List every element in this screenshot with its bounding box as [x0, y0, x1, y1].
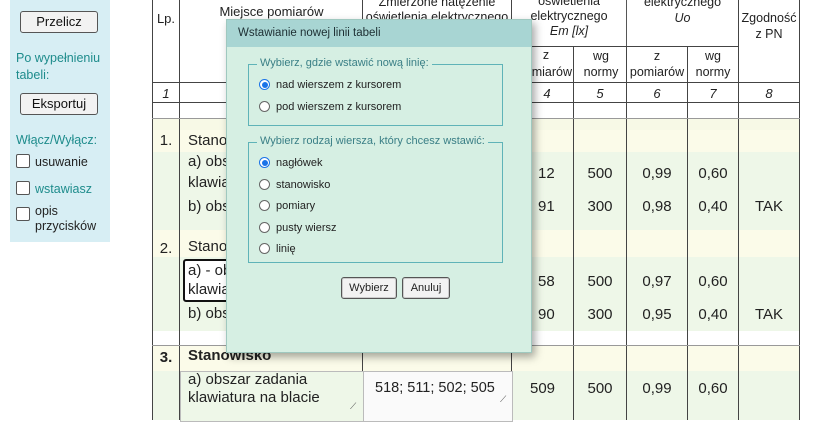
- colnum-6: 6: [653, 86, 661, 101]
- option-header-label: nagłówek: [276, 157, 323, 169]
- row2a-illum[interactable]: 58: [538, 273, 555, 290]
- row1-name[interactable]: Stano: [188, 132, 227, 149]
- row-type-group-legend: Wybierz rodzaj wiersza, który chcesz wst…: [257, 135, 488, 147]
- option-workstation-label: stanowisko: [276, 179, 331, 191]
- radio-icon[interactable]: [259, 243, 270, 254]
- row1a-uniform: 0,99: [642, 165, 672, 182]
- colnum-4: 4: [543, 86, 551, 101]
- radio-selected-icon[interactable]: [259, 157, 270, 168]
- row1b-compliance: TAK: [754, 198, 784, 215]
- position-group: Wybierz, gdzie wstawić nową linię: nad w…: [248, 57, 503, 126]
- row3-sub-a[interactable]: a) obszar zadania: [188, 371, 307, 388]
- checkbox-icon[interactable]: [16, 154, 30, 168]
- delete-toggle-label: usuwanie: [35, 155, 88, 169]
- insert-row-dialog: Wstawianie nowej linii tabeli Wybierz, g…: [226, 19, 532, 353]
- row2b-uniform: 0,95: [642, 306, 672, 323]
- option-below-cursor-label: pod wierszem z kursorem: [276, 101, 402, 113]
- header-illuminance-line1: oświetlenia: [538, 0, 600, 8]
- row2-sub-a-line2[interactable]: klawia: [188, 281, 230, 298]
- option-header[interactable]: nagłówek: [259, 157, 322, 169]
- row2-lp: 2.: [159, 240, 173, 257]
- row1-lp: 1.: [159, 132, 173, 149]
- row1a-norm: 500: [587, 165, 613, 182]
- row3-measured-values[interactable]: 518; 511; 502; 505: [375, 380, 495, 396]
- subheader-z-pomiarow: z pomiarów: [629, 49, 685, 79]
- export-button[interactable]: Eksportuj: [20, 93, 98, 115]
- row2-name[interactable]: Stano: [188, 238, 227, 255]
- option-empty-row[interactable]: pusty wiersz: [259, 222, 337, 234]
- insert-toggle-label: wstawiasz: [35, 182, 92, 196]
- row1a-uniform-norm: 0,60: [698, 165, 728, 182]
- row3a-illum: 509: [529, 380, 556, 397]
- row2b-illum[interactable]: 90: [538, 306, 555, 323]
- option-line[interactable]: linię: [259, 243, 296, 255]
- subheader-z-fragment: z: [542, 48, 550, 62]
- row3-lp: 3.: [159, 349, 173, 366]
- delete-toggle[interactable]: usuwanie: [16, 154, 88, 170]
- row2a-uniform-norm: 0,60: [698, 273, 728, 290]
- header-place: Miejsce pomiarów: [219, 4, 324, 19]
- radio-icon[interactable]: [259, 200, 270, 211]
- row2a-uniform: 0,97: [642, 273, 672, 290]
- recalculate-button[interactable]: Przelicz: [20, 11, 98, 33]
- row2b-uniform-norm: 0,40: [698, 306, 728, 323]
- row3a-uniform: 0,99: [642, 380, 672, 397]
- insert-toggle[interactable]: wstawiasz: [16, 181, 92, 197]
- checkbox-icon[interactable]: [16, 181, 30, 195]
- option-measurements[interactable]: pomiary: [259, 200, 315, 212]
- button-descriptions-toggle[interactable]: opis przycisków: [16, 204, 101, 234]
- choose-button[interactable]: Wybierz: [341, 277, 397, 299]
- row-type-group: Wybierz rodzaj wiersza, który chcesz wst…: [248, 135, 503, 263]
- row1-sub-b[interactable]: b) obs: [188, 198, 230, 215]
- row1-sub-a[interactable]: a) obs: [188, 153, 230, 170]
- checkbox-icon[interactable]: [16, 207, 30, 221]
- radio-selected-icon[interactable]: [259, 79, 270, 90]
- after-fill-text: Po wypełnieniu tabeli:: [16, 51, 101, 82]
- option-workstation[interactable]: stanowisko: [259, 179, 330, 191]
- row1b-norm: 300: [587, 198, 613, 215]
- colnum-8: 8: [765, 86, 773, 101]
- header-uniformity: elektrycznego Uo: [627, 0, 738, 26]
- row1b-uniform: 0,98: [642, 198, 672, 215]
- button-descriptions-label: opis przycisków: [35, 204, 97, 233]
- resize-handle-icon[interactable]: ⟋: [350, 401, 356, 412]
- row3-measured-input[interactable]: [363, 371, 513, 422]
- row2b-norm: 300: [587, 306, 613, 323]
- sidebar: Przelicz Po wypełnieniu tabeli: Eksportu…: [10, 0, 110, 242]
- radio-icon[interactable]: [259, 101, 270, 112]
- radio-icon[interactable]: [259, 222, 270, 233]
- colnum-1: 1: [162, 86, 170, 101]
- option-measurements-label: pomiary: [276, 200, 316, 212]
- row3a-uniform-norm: 0,60: [698, 380, 728, 397]
- option-below-cursor[interactable]: pod wierszem z kursorem: [259, 101, 401, 113]
- option-above-cursor[interactable]: nad wierszem z kursorem: [259, 79, 401, 91]
- row1-sub-a-line2[interactable]: klawia: [188, 174, 230, 191]
- row1b-illum[interactable]: 91: [538, 198, 555, 215]
- header-compliance: Zgodność z PN: [741, 11, 797, 41]
- option-empty-row-label: pusty wiersz: [276, 222, 337, 234]
- dialog-title[interactable]: Wstawianie nowej linii tabeli: [227, 20, 531, 47]
- cancel-button[interactable]: Anuluj: [402, 277, 450, 299]
- colnum-5: 5: [596, 86, 604, 101]
- radio-icon[interactable]: [259, 179, 270, 190]
- position-group-legend: Wybierz, gdzie wstawić nową linię:: [257, 57, 432, 69]
- header-uniformity-symbol: Uo: [674, 11, 691, 25]
- option-above-cursor-label: nad wierszem z kursorem: [276, 79, 402, 91]
- header-uniformity-line1: elektrycznego: [643, 0, 722, 9]
- resize-handle-icon[interactable]: ⟋: [500, 394, 506, 405]
- option-line-label: linię: [276, 243, 296, 255]
- header-lp: Lp.: [156, 11, 176, 26]
- row2a-norm: 500: [587, 273, 613, 290]
- toggle-label: Włącz/Wyłącz:: [16, 133, 98, 147]
- row2-sub-b[interactable]: b) obs: [188, 305, 230, 322]
- row2b-compliance: TAK: [754, 306, 784, 323]
- row1b-uniform-norm: 0,40: [698, 198, 728, 215]
- row1a-illum[interactable]: 12: [538, 165, 555, 182]
- subheader-wg-normy-2: wg normy: [695, 49, 731, 79]
- row3a-norm: 500: [587, 380, 613, 397]
- row3-sub-a-line2[interactable]: klawiatura na blacie: [188, 389, 320, 406]
- colnum-7: 7: [709, 86, 717, 101]
- row2-sub-a[interactable]: a) - ob: [188, 262, 231, 279]
- subheader-wg-normy: wg normy: [583, 49, 619, 79]
